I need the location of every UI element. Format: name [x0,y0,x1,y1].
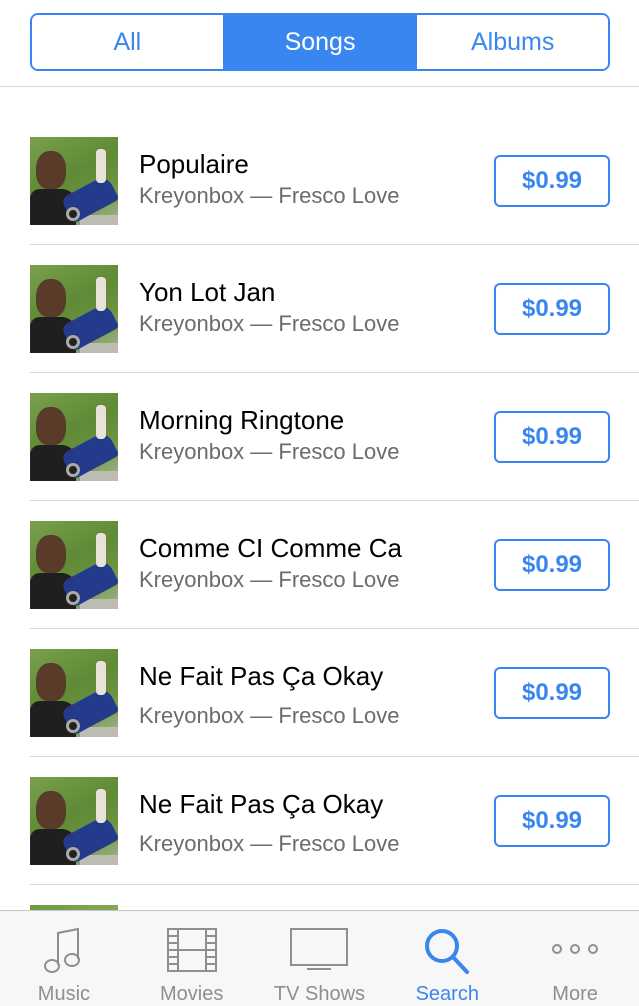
buy-price-button[interactable]: $0.99 [494,283,610,335]
song-title: Morning Ringtone [139,405,345,435]
music-note-icon [43,927,80,973]
tab-label: TV Shows [273,983,366,1005]
album-artwork [30,265,118,353]
film-strip-icon [166,928,217,972]
tv-icon [290,928,349,970]
buy-price-button[interactable]: $0.99 [494,667,610,719]
tab-label: Search [415,983,479,1005]
song-row[interactable]: Morning Ringtone Kreyonbox — Fresco Love… [0,373,639,501]
song-subtitle: Kreyonbox — Fresco Love [139,311,400,336]
song-row[interactable]: Comme CI Comme Ca Kreyonbox — Fresco Lov… [0,501,639,629]
album-artwork [30,777,118,865]
album-artwork [30,649,118,737]
album-artwork [30,521,118,609]
song-subtitle: Kreyonbox — Fresco Love [139,567,400,592]
tab-bar: Music Movies TV Shows Search More [0,910,639,1006]
segment-albums[interactable]: Albums [415,15,608,69]
song-subtitle: Kreyonbox — Fresco Love [139,703,400,728]
song-title: Yon Lot Jan [139,277,276,307]
song-row[interactable]: Ne Fait Pas Ça Okay Kreyonbox — Fresco L… [0,757,639,885]
album-artwork [30,393,118,481]
song-row[interactable]: Ne Fait Pas Ça Okay Kreyonbox — Fresco L… [0,629,639,757]
tab-music[interactable]: Music [0,911,128,1006]
song-subtitle: Kreyonbox — Fresco Love [139,439,400,464]
tab-label: More [552,983,598,1005]
more-dots-icon [552,944,599,954]
song-title: Ne Fait Pas Ça Okay [139,789,384,819]
segmented-header: All Songs Albums [0,0,639,87]
tab-search[interactable]: Search [383,911,511,1006]
tab-tv-shows[interactable]: TV Shows [256,911,384,1006]
song-row[interactable]: Yon Lot Jan Kreyonbox — Fresco Love $0.9… [0,245,639,373]
tab-label: Music [37,983,91,1005]
segment-songs[interactable]: Songs [222,15,416,69]
tab-label: Movies [160,983,224,1005]
search-icon [425,929,470,974]
song-title: Ne Fait Pas Ça Okay [139,661,384,691]
song-title: Comme CI Comme Ca [139,533,402,563]
song-list: Populaire Kreyonbox — Fresco Love $0.99 … [0,117,639,885]
song-row[interactable]: Populaire Kreyonbox — Fresco Love $0.99 [0,117,639,245]
segmented-control: All Songs Albums [30,13,610,71]
song-subtitle: Kreyonbox — Fresco Love [139,183,400,208]
buy-price-button[interactable]: $0.99 [494,795,610,847]
tab-movies[interactable]: Movies [128,911,256,1006]
tab-more[interactable]: More [511,911,639,1006]
buy-price-button[interactable]: $0.99 [494,539,610,591]
segment-all[interactable]: All [32,15,223,69]
album-artwork [30,137,118,225]
buy-price-button[interactable]: $0.99 [494,155,610,207]
song-title: Populaire [139,149,249,179]
buy-price-button[interactable]: $0.99 [494,411,610,463]
song-subtitle: Kreyonbox — Fresco Love [139,831,400,856]
